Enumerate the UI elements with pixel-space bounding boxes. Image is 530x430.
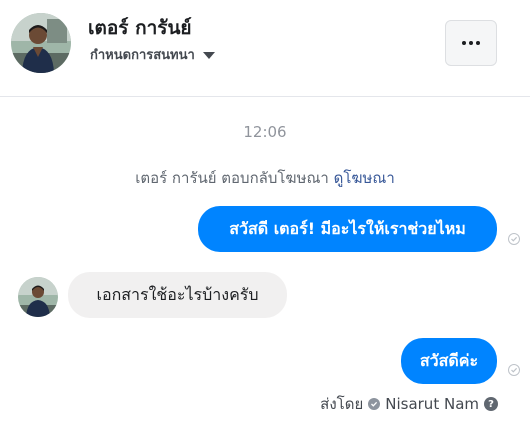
incoming-message-bubble[interactable]: เอกสารใช้อะไรบ้างครับ [68, 272, 287, 318]
ad-reply-note: เตอร์ การันย์ ตอบกลับโฆษณา ดูโฆษณา [0, 166, 530, 190]
conversation-settings-label: กำหนดการสนทนา [90, 48, 195, 63]
message-text: เอกสารใช้อะไรบ้างครับ [96, 284, 259, 304]
view-ad-link[interactable]: ดูโฆษณา [334, 169, 395, 187]
message-text: สวัสดี เตอร์! มีอะไรให้เราช่วยไหม [229, 218, 466, 238]
outgoing-message-bubble[interactable]: สวัสดีค่ะ [401, 338, 497, 384]
sender-name: Nisarut Nam [385, 395, 479, 413]
more-options-button[interactable] [445, 20, 497, 66]
contact-avatar-small[interactable] [18, 277, 58, 317]
outgoing-message-bubble[interactable]: สวัสดี เตอร์! มีอะไรให้เราช่วยไหม [198, 206, 497, 252]
sent-by-info: ส่งโดย Nisarut Nam ? [320, 392, 498, 416]
delivered-check-icon [508, 364, 520, 376]
caret-down-icon [202, 52, 215, 59]
message-timestamp: 12:06 [243, 123, 287, 141]
contact-name[interactable]: เตอร์ การันย์ [88, 13, 192, 43]
ellipsis-icon [462, 41, 480, 45]
ad-reply-note-text: เตอร์ การันย์ ตอบกลับโฆษณา [135, 169, 329, 187]
message-text: สวัสดีค่ะ [419, 350, 479, 370]
conversation-header: เตอร์ การันย์ กำหนดการสนทนา [0, 0, 530, 97]
conversation-settings-dropdown[interactable]: กำหนดการสนทนา [90, 44, 215, 65]
delivered-check-icon [508, 233, 520, 245]
verified-check-icon [368, 398, 381, 410]
help-icon[interactable]: ? [484, 397, 498, 411]
sent-by-label: ส่งโดย [320, 395, 364, 413]
contact-avatar[interactable] [11, 13, 71, 73]
